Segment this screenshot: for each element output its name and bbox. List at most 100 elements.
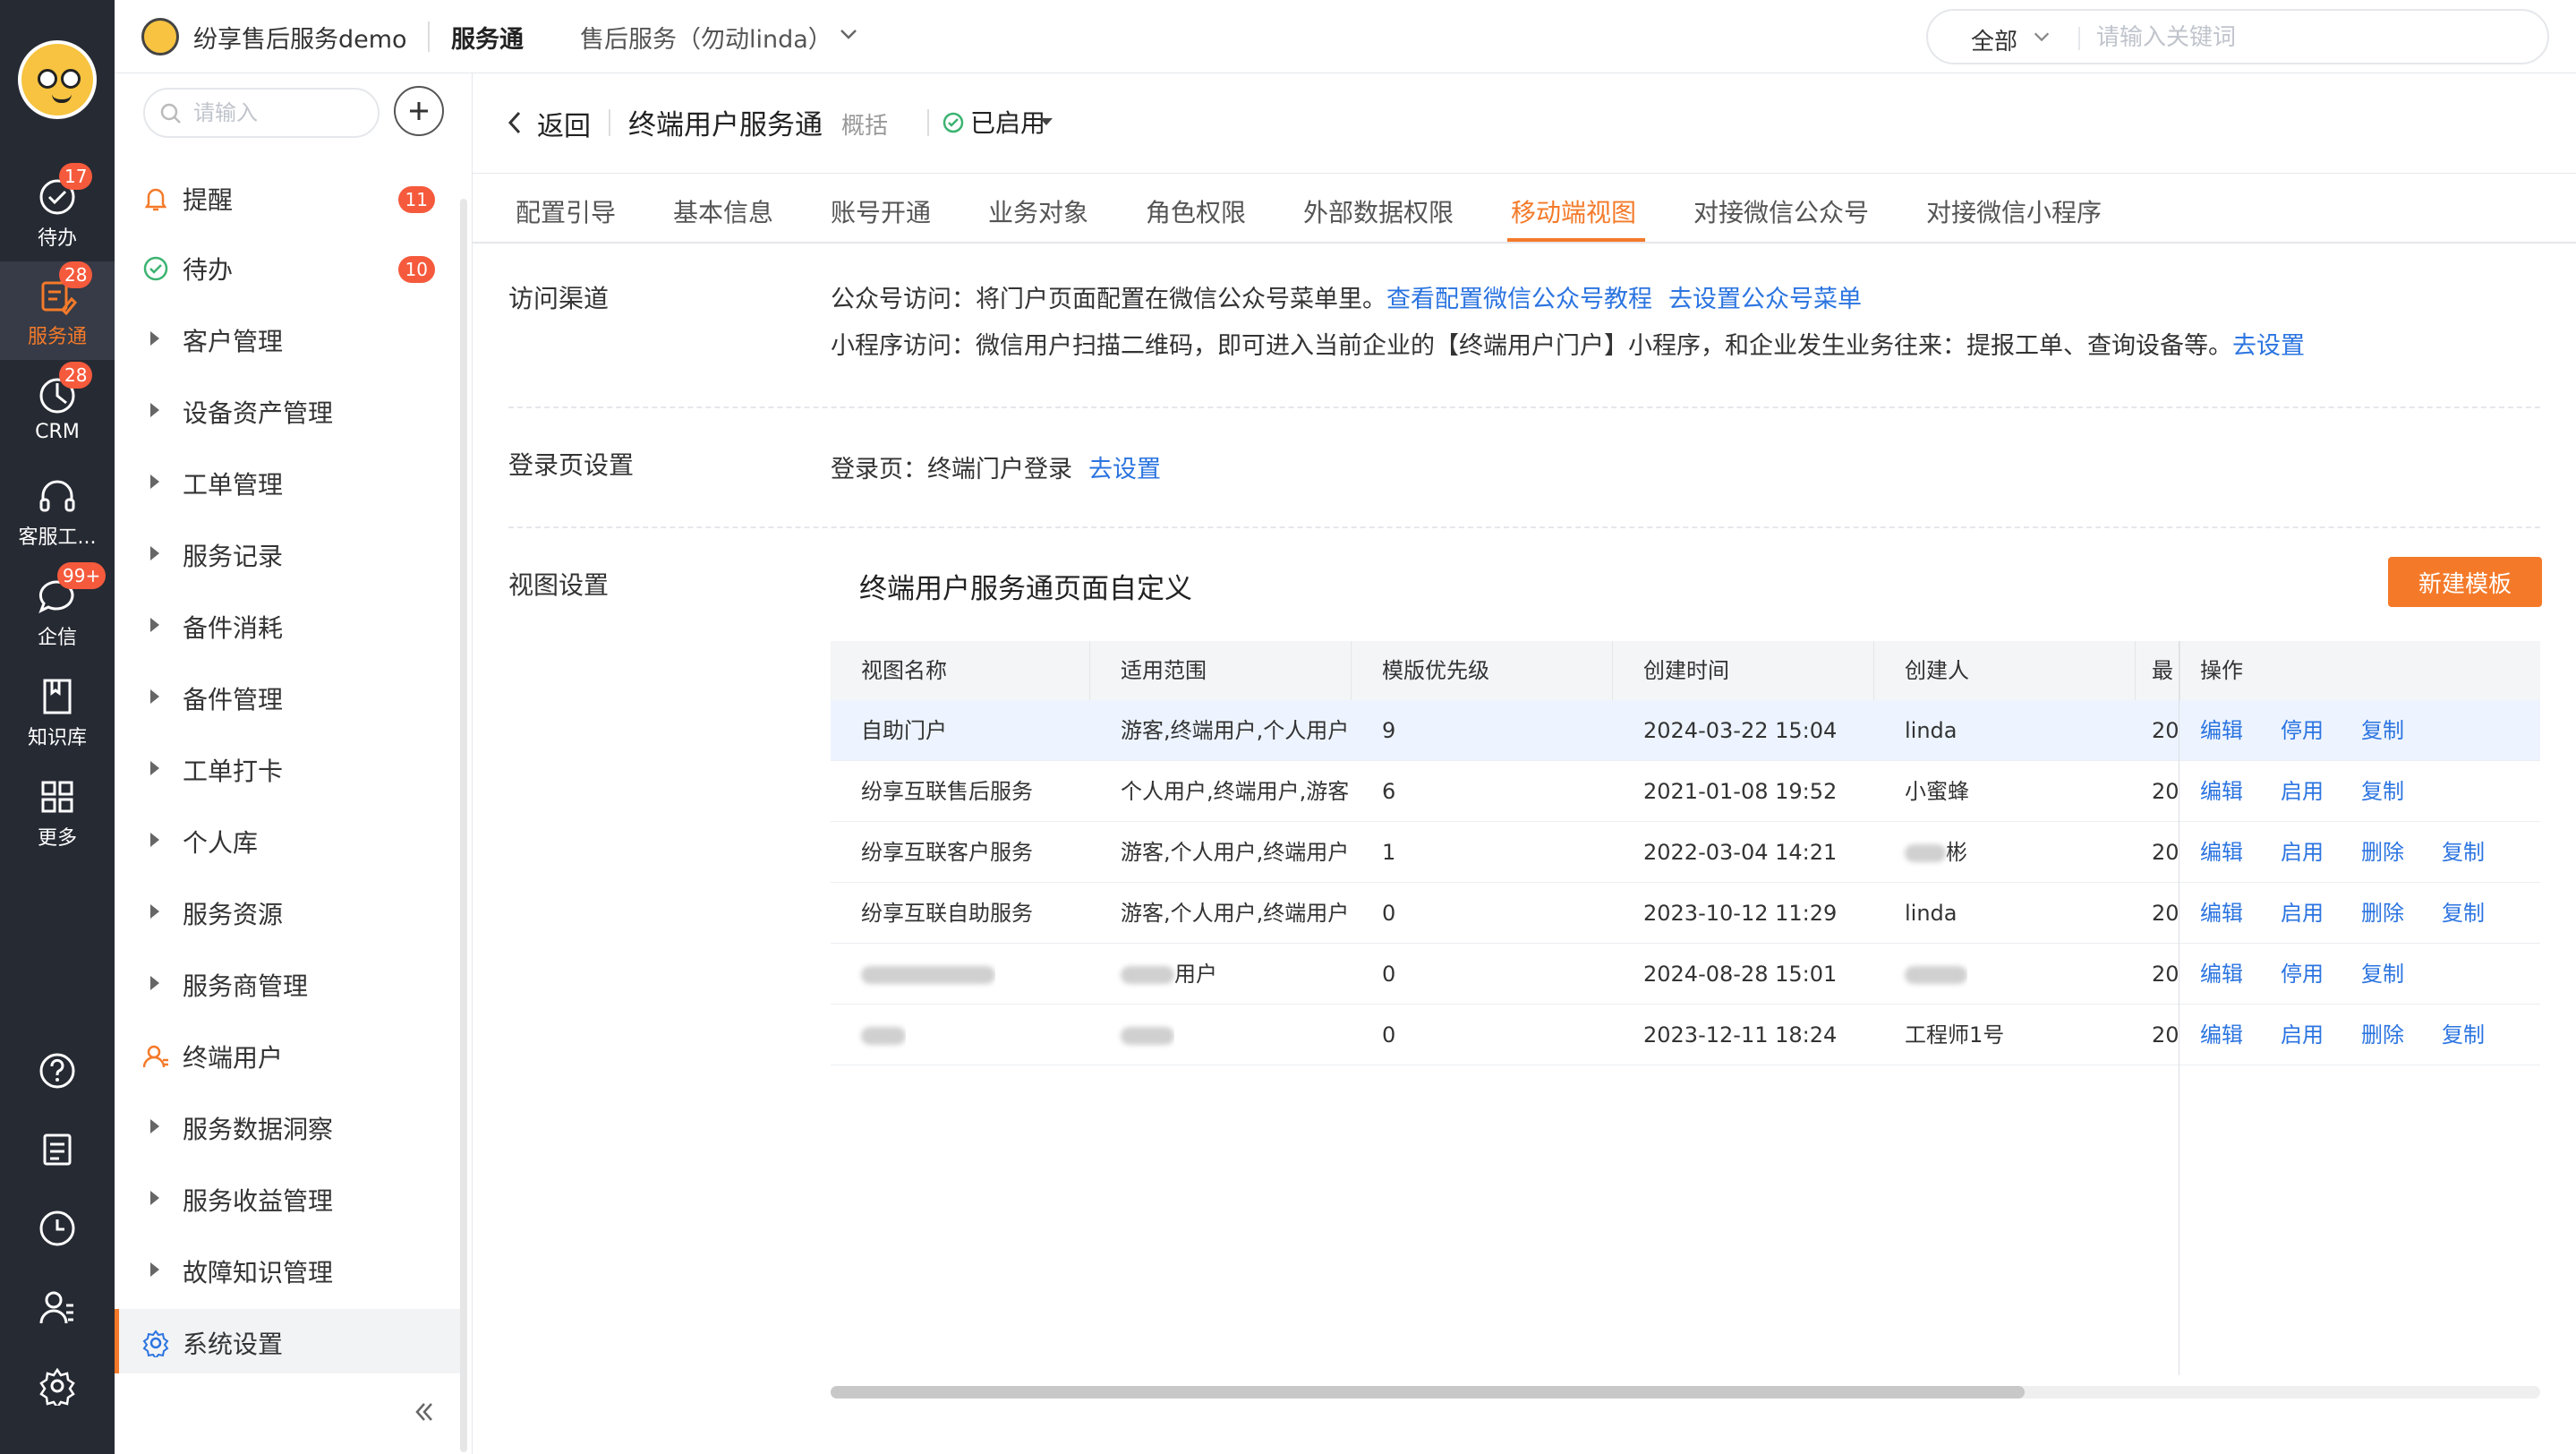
- app-logo[interactable]: [18, 40, 97, 119]
- sidebar-item-revenue[interactable]: 服务收益管理: [115, 1166, 460, 1230]
- overview-link[interactable]: 概括: [841, 107, 888, 141]
- edit-link[interactable]: 编辑: [2200, 1022, 2243, 1048]
- rail-item-service[interactable]: 服务通 28: [0, 261, 115, 360]
- help-button[interactable]: [0, 1037, 115, 1108]
- edit-link[interactable]: 编辑: [2200, 840, 2243, 865]
- rail-item-todo[interactable]: 待办 17: [0, 163, 115, 261]
- divider: [428, 21, 430, 52]
- scrollbar-thumb[interactable]: [831, 1386, 2025, 1398]
- sidebar-item-end-users[interactable]: 终端用户: [115, 1022, 460, 1087]
- tab-external-data[interactable]: 外部数据权限: [1303, 193, 1454, 229]
- copy-link[interactable]: 复制: [2442, 840, 2485, 865]
- copy-link[interactable]: 复制: [2442, 1022, 2485, 1048]
- search-input[interactable]: [2096, 21, 2526, 54]
- brand-name[interactable]: 纷享售后服务demo: [193, 20, 407, 55]
- enable-link[interactable]: 启用: [2281, 779, 2324, 804]
- table-row[interactable]: 用户 0 2024-08-28 15:01 202 编辑 停用 复制: [831, 944, 2540, 1005]
- add-button[interactable]: [394, 86, 444, 136]
- profile-button[interactable]: [0, 1273, 115, 1345]
- sidebar-item-service-resources[interactable]: 服务资源: [115, 879, 460, 944]
- delete-link[interactable]: 删除: [2361, 901, 2404, 926]
- set-menu-link[interactable]: 去设置公众号菜单: [1668, 286, 1862, 313]
- rail-item-customer-service[interactable]: 客服工...: [0, 462, 115, 560]
- rail-label: CRM: [35, 421, 80, 443]
- enable-link[interactable]: 启用: [2281, 901, 2324, 926]
- enable-link[interactable]: 启用: [2281, 840, 2324, 865]
- tab-mobile-view[interactable]: 移动端视图: [1511, 193, 1636, 229]
- sidebar-item-device-assets[interactable]: 设备资产管理: [115, 378, 460, 442]
- sidebar-item-personal-library[interactable]: 个人库: [115, 808, 460, 872]
- sidebar-search-input[interactable]: [193, 98, 363, 127]
- tutorial-link[interactable]: 查看配置微信公众号教程: [1386, 286, 1652, 313]
- active-tab-indicator: [1507, 238, 1645, 242]
- delete-link[interactable]: 删除: [2361, 1022, 2404, 1048]
- status-dropdown[interactable]: 已启用: [970, 104, 1045, 140]
- tab-config-guide[interactable]: 配置引导: [516, 193, 616, 229]
- login-settings-link[interactable]: 去设置: [1088, 456, 1161, 483]
- copy-link[interactable]: 复制: [2361, 779, 2404, 804]
- tab-wechat-miniprogram[interactable]: 对接微信小程序: [1926, 193, 2102, 229]
- disable-link[interactable]: 停用: [2281, 962, 2324, 987]
- sidebar-item-provider-management[interactable]: 服务商管理: [115, 951, 460, 1015]
- disable-link[interactable]: 停用: [2281, 718, 2324, 743]
- sidebar-item-work-orders[interactable]: 工单管理: [115, 449, 460, 514]
- tab-role-permissions[interactable]: 角色权限: [1146, 193, 1246, 229]
- edit-link[interactable]: 编辑: [2200, 779, 2243, 804]
- edit-link[interactable]: 编辑: [2200, 962, 2243, 987]
- sidebar-item-todo[interactable]: 待办 10: [115, 235, 460, 299]
- rail-item-knowledge[interactable]: 知识库: [0, 663, 115, 761]
- column-header[interactable]: 最: [2136, 641, 2180, 700]
- row-actions: 编辑 启用 删除 复制: [2182, 1005, 2504, 1065]
- column-header[interactable]: 模版优先级: [1352, 641, 1613, 700]
- sidebar-item-system-settings[interactable]: 系统设置: [115, 1309, 460, 1373]
- collapse-icon[interactable]: [410, 1398, 437, 1425]
- tab-wechat-official[interactable]: 对接微信公众号: [1693, 193, 1869, 229]
- table-row[interactable]: 0 2023-12-11 18:24 工程师1号 202 编辑 启用 删除 复制: [831, 1005, 2540, 1065]
- rail-item-more[interactable]: 更多: [0, 763, 115, 861]
- sidebar-item-data-insights[interactable]: 服务数据洞察: [115, 1094, 460, 1159]
- history-button[interactable]: [0, 1194, 115, 1266]
- table-row[interactable]: 自助门户 游客,终端用户,个人用户 9 2024-03-22 15:04 lin…: [831, 700, 2540, 761]
- miniprogram-settings-link[interactable]: 去设置: [2232, 332, 2305, 360]
- sidebar-item-checkin[interactable]: 工单打卡: [115, 736, 460, 800]
- caret-right-icon: [150, 1119, 159, 1133]
- new-template-button[interactable]: 新建模板: [2388, 557, 2542, 607]
- tab-account[interactable]: 账号开通: [831, 193, 931, 229]
- sidebar-item-fault-knowledge[interactable]: 故障知识管理: [115, 1237, 460, 1302]
- sidebar-item-service-records[interactable]: 服务记录: [115, 521, 460, 586]
- sidebar-scrollbar[interactable]: [460, 199, 467, 1452]
- caret-down-icon[interactable]: [1040, 118, 1053, 125]
- breadcrumb[interactable]: 售后服务（勿动linda）: [580, 20, 832, 55]
- sidebar-item-parts-consumption[interactable]: 备件消耗: [115, 593, 460, 657]
- chevron-down-icon[interactable]: [838, 23, 859, 45]
- rail-item-chat[interactable]: 企信 99+: [0, 562, 115, 661]
- copy-link[interactable]: 复制: [2442, 901, 2485, 926]
- chevron-left-icon[interactable]: [503, 109, 526, 136]
- copy-link[interactable]: 复制: [2361, 718, 2404, 743]
- sidebar-item-reminder[interactable]: 提醒 11: [115, 165, 460, 229]
- column-header[interactable]: 适用范围: [1090, 641, 1352, 700]
- search-scope-select[interactable]: 全部: [1971, 23, 2017, 56]
- column-header[interactable]: 创建时间: [1613, 641, 1874, 700]
- tab-basic-info[interactable]: 基本信息: [673, 193, 773, 229]
- edit-link[interactable]: 编辑: [2200, 718, 2243, 743]
- column-header[interactable]: 创建人: [1874, 641, 2136, 700]
- chevron-down-icon[interactable]: [2032, 27, 2051, 47]
- settings-button[interactable]: [0, 1352, 115, 1424]
- rail-item-crm[interactable]: CRM 28: [0, 362, 115, 460]
- table-row[interactable]: 纷享互联客户服务 游客,个人用户,终端用户 1 2022-03-04 14:21…: [831, 822, 2540, 883]
- table-row[interactable]: 纷享互联售后服务 个人用户,终端用户,游客 6 2021-01-08 19:52…: [831, 761, 2540, 822]
- tab-business-objects[interactable]: 业务对象: [988, 193, 1088, 229]
- column-header[interactable]: 视图名称: [831, 641, 1090, 700]
- wechat-official-line: 公众号访问：将门户页面配置在微信公众号菜单里。查看配置微信公众号教程 去设置公众号…: [831, 279, 1862, 314]
- back-button[interactable]: 返回: [537, 104, 591, 143]
- delete-link[interactable]: 删除: [2361, 840, 2404, 865]
- table-horizontal-scrollbar[interactable]: [831, 1386, 2540, 1398]
- notes-button[interactable]: [0, 1116, 115, 1187]
- sidebar-item-customer-management[interactable]: 客户管理: [115, 306, 460, 371]
- sidebar-item-parts-management[interactable]: 备件管理: [115, 664, 460, 729]
- edit-link[interactable]: 编辑: [2200, 901, 2243, 926]
- enable-link[interactable]: 启用: [2281, 1022, 2324, 1048]
- copy-link[interactable]: 复制: [2361, 962, 2404, 987]
- table-row[interactable]: 纷享互联自助服务 游客,个人用户,终端用户 0 2023-10-12 11:29…: [831, 883, 2540, 944]
